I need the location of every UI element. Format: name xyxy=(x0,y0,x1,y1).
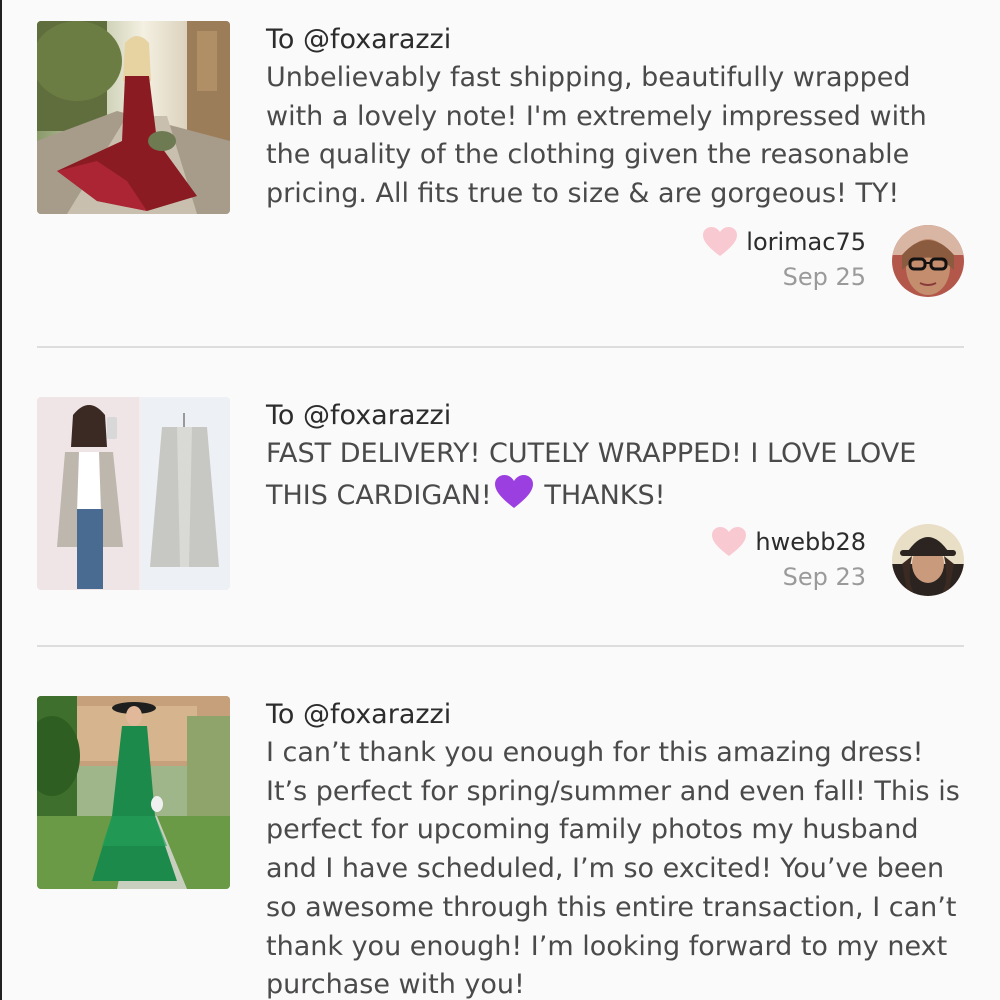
review-message: I can’t thank you enough for this amazin… xyxy=(266,737,960,1000)
review-meta: lorimac75 Sep 25 xyxy=(702,225,866,291)
reviewer-avatar[interactable] xyxy=(892,225,964,297)
woman-with-glasses-avatar xyxy=(892,225,964,297)
review-date: Sep 25 xyxy=(782,263,866,291)
listing-photo[interactable] xyxy=(37,21,230,214)
screen-edge xyxy=(0,0,2,1000)
review-feed: To @foxarazzi Unbelievably fast shipping… xyxy=(0,0,1000,1000)
recipient-line: To @foxarazzi xyxy=(266,699,452,730)
like-heart-icon[interactable] xyxy=(711,526,747,558)
purple-heart-emoji-icon xyxy=(494,474,533,508)
review-date: Sep 23 xyxy=(782,563,866,591)
review-divider xyxy=(37,346,964,348)
reviewer-username[interactable]: hwebb28 xyxy=(755,528,866,556)
review-message: Unbelievably fast shipping, beautifully … xyxy=(266,62,927,210)
like-heart-icon[interactable] xyxy=(702,226,738,258)
reviewer-avatar[interactable] xyxy=(892,524,964,596)
green-maxi-dress-photo xyxy=(37,696,230,889)
review-meta: hwebb28 Sep 23 xyxy=(711,525,866,591)
listing-photo[interactable] xyxy=(37,397,230,590)
gray-cardigan-photo xyxy=(37,397,230,590)
listing-photo[interactable] xyxy=(37,696,230,889)
red-lace-dress-photo xyxy=(37,21,230,214)
reviewer-username[interactable]: lorimac75 xyxy=(746,228,866,256)
review-message: FAST DELIVERY! CUTELY WRAPPED! I LOVE LO… xyxy=(266,438,917,511)
recipient-line: To @foxarazzi xyxy=(266,400,452,431)
woman-with-hat-avatar xyxy=(892,524,964,596)
recipient-line: To @foxarazzi xyxy=(266,24,452,55)
review-divider xyxy=(37,645,964,647)
